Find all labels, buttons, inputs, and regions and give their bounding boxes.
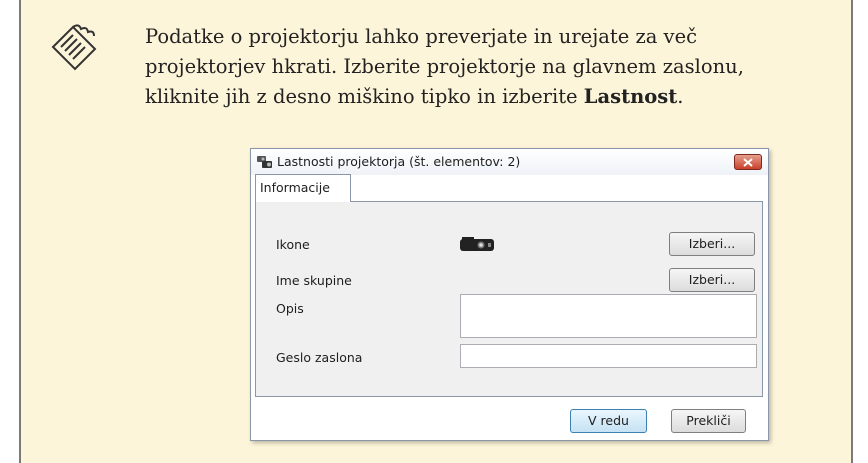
note-text-bold-lastnost: Lastnost bbox=[583, 85, 678, 108]
note-text-line-3: kliknite jih z desno miškino tipko in iz… bbox=[145, 82, 805, 112]
note-text-line-2: projektorjev hkrati. Izberite projektorj… bbox=[145, 55, 744, 78]
group-name-label: Ime skupine bbox=[276, 273, 352, 288]
note-text-line-1: Podatke o projektorju lahko preverjate i… bbox=[145, 25, 698, 48]
cancel-button[interactable]: Prekliči bbox=[671, 409, 746, 433]
note-text-line-3-prefix: kliknite jih z desno miškino tipko in iz… bbox=[145, 85, 584, 108]
group-select-button[interactable]: Izberi... bbox=[669, 268, 755, 292]
projector-group-icon bbox=[257, 156, 272, 168]
tab-informacije-label: Informacije bbox=[260, 180, 330, 195]
projector-icon bbox=[460, 237, 494, 251]
screen-password-label: Geslo zaslona bbox=[276, 350, 363, 365]
close-button[interactable] bbox=[734, 154, 762, 170]
note-pencil-icon bbox=[51, 24, 97, 71]
close-icon bbox=[743, 158, 753, 167]
icon-select-button[interactable]: Izberi... bbox=[669, 232, 755, 256]
dialog-titlebar[interactable]: Lastnosti projektorja (št. elementov: 2) bbox=[251, 149, 768, 175]
screen-password-field[interactable] bbox=[460, 344, 757, 368]
dialog-title: Lastnosti projektorja (št. elementov: 2) bbox=[277, 154, 521, 169]
icon-label: Ikone bbox=[276, 237, 310, 252]
description-field[interactable] bbox=[460, 294, 757, 338]
properties-dialog: Lastnosti projektorja (št. elementov: 2)… bbox=[250, 148, 769, 441]
description-label: Opis bbox=[276, 301, 304, 316]
info-panel: Ikone Izberi... Ime skupine Izberi... Op… bbox=[255, 201, 763, 397]
tab-informacije[interactable]: Informacije bbox=[255, 174, 351, 202]
note-text: Podatke o projektorju lahko preverjate i… bbox=[145, 22, 805, 112]
ok-button[interactable]: V redu bbox=[570, 409, 647, 433]
note-box: Podatke o projektorju lahko preverjate i… bbox=[19, 0, 853, 463]
note-text-line-3-suffix: . bbox=[677, 85, 684, 108]
